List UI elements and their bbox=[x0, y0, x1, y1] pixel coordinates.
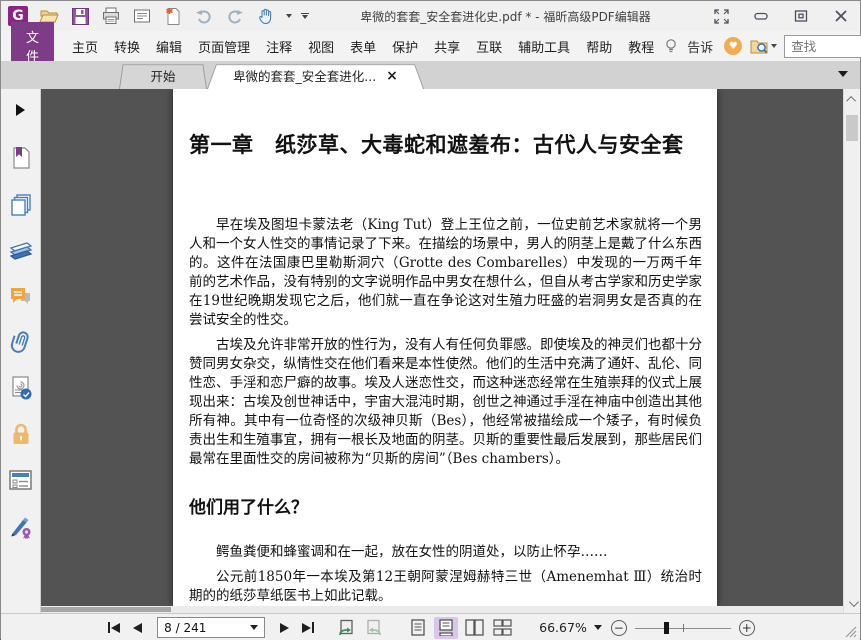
zoom-percentage[interactable]: 66.67% bbox=[539, 620, 587, 635]
paragraph: 公元前1850年一本埃及第12王朝阿蒙涅姆赫特三世（Amenemhat Ⅲ）统治… bbox=[189, 569, 702, 604]
menu-connect[interactable]: 互联 bbox=[468, 32, 510, 61]
menu-help[interactable]: 帮助 bbox=[578, 32, 620, 61]
tab-start-label: 开始 bbox=[150, 69, 176, 84]
document-canvas[interactable]: 第一章 纸莎草、大毒蛇和遮羞布：古代人与安全套 早在埃及图坦卡蒙法老（King … bbox=[41, 89, 843, 613]
restore-icon[interactable] bbox=[792, 7, 810, 25]
first-page-button[interactable] bbox=[106, 620, 122, 635]
zoom-out-button[interactable]: − bbox=[610, 619, 627, 636]
page-number-value: 8 / 241 bbox=[164, 620, 207, 635]
tab-document-label: 卑微的套套_安全套进化... bbox=[233, 69, 377, 84]
vertical-scrollbar[interactable] bbox=[843, 89, 860, 613]
pdf-page[interactable]: 第一章 纸莎草、大毒蛇和遮羞布：古代人与安全套 早在埃及图坦卡蒙法老（King … bbox=[173, 89, 717, 606]
main-area: 第一章 纸莎草、大毒蛇和遮羞布：古代人与安全套 早在埃及图坦卡蒙法老（King … bbox=[1, 89, 860, 613]
window-title: 卑微的套套_安全套进化史.pdf * - 福昕高级PDF编辑器 bbox=[360, 9, 651, 24]
minimize-icon[interactable] bbox=[752, 7, 770, 25]
menu-form[interactable]: 表单 bbox=[342, 32, 384, 61]
tab-close-icon[interactable]: × bbox=[386, 69, 398, 83]
find-search-box bbox=[784, 34, 861, 58]
paragraph: 早在埃及图坦卡蒙法老（King Tut）登上王位之前，一位史前艺术家就将一个男人… bbox=[189, 217, 702, 328]
horizontal-scrollbar[interactable] bbox=[41, 606, 843, 613]
previous-view-button[interactable] bbox=[337, 619, 356, 637]
zoom-slider[interactable] bbox=[634, 621, 731, 635]
tab-start[interactable]: 开始 bbox=[119, 62, 207, 89]
signatures-panel-icon[interactable] bbox=[8, 513, 34, 539]
menu-share[interactable]: 共享 bbox=[426, 32, 468, 61]
layers-panel-icon[interactable] bbox=[8, 237, 34, 263]
titlebar: G 卑微的套套_安全套进化史.pdf * - 福昕高级PDF编辑器 bbox=[1, 1, 860, 31]
menu-tutorial[interactable]: 教程 bbox=[620, 32, 662, 61]
scroll-up-icon[interactable] bbox=[844, 91, 860, 107]
continuous-layout-button[interactable] bbox=[434, 616, 459, 639]
find-input[interactable] bbox=[791, 38, 861, 54]
security-panel-icon[interactable] bbox=[8, 421, 34, 447]
page-thumbnails-panel-icon[interactable] bbox=[8, 191, 34, 217]
zoom-dropdown-icon[interactable] bbox=[593, 625, 602, 630]
menu-view[interactable]: 视图 bbox=[300, 32, 342, 61]
close-icon[interactable] bbox=[832, 7, 850, 25]
tell-me-label[interactable]: 告诉 bbox=[687, 37, 717, 56]
menu-edit[interactable]: 编辑 bbox=[148, 32, 190, 61]
folder-search-icon[interactable] bbox=[749, 37, 778, 56]
redo-icon[interactable] bbox=[224, 5, 246, 27]
horizontal-scrollbar-thumb[interactable] bbox=[41, 607, 171, 612]
tab-document[interactable]: 卑微的套套_安全套进化... × bbox=[207, 62, 424, 89]
menu-protect[interactable]: 保护 bbox=[384, 32, 426, 61]
previous-page-button[interactable] bbox=[131, 621, 144, 635]
next-page-button[interactable] bbox=[278, 621, 291, 635]
next-view-button[interactable] bbox=[364, 619, 383, 637]
continuous-facing-layout-button[interactable] bbox=[490, 617, 514, 639]
hand-tool-icon[interactable] bbox=[255, 5, 277, 27]
fullscreen-icon[interactable] bbox=[712, 7, 730, 25]
last-page-button[interactable] bbox=[300, 620, 316, 635]
document-tabbar: 开始 卑微的套套_安全套进化... × bbox=[1, 61, 860, 89]
window-resize-grip[interactable] bbox=[845, 626, 857, 638]
section-heading: 他们用了什么？ bbox=[189, 498, 308, 518]
menubar: 文件 主页 转换 编辑 页面管理 注释 视图 表单 保护 共享 互联 辅助工具 … bbox=[1, 22, 861, 70]
field-panel-icon[interactable] bbox=[8, 467, 34, 493]
pdf-page-content: 第一章 纸莎草、大毒蛇和遮羞布：古代人与安全套 早在埃及图坦卡蒙法老（King … bbox=[173, 89, 717, 606]
expand-panel-icon[interactable] bbox=[8, 97, 34, 123]
scroll-down-icon[interactable] bbox=[844, 595, 860, 611]
statusbar: 8 / 241 66.67% − + bbox=[1, 613, 860, 640]
page-combo-dropdown-icon[interactable] bbox=[250, 625, 259, 630]
menu-home[interactable]: 主页 bbox=[64, 32, 106, 61]
zoom-slider-handle[interactable] bbox=[663, 621, 669, 634]
menu-accessibility[interactable]: 辅助工具 bbox=[510, 32, 578, 61]
facing-layout-button[interactable] bbox=[462, 617, 486, 639]
bookmarks-panel-icon[interactable] bbox=[8, 145, 34, 171]
zoom-in-button[interactable]: + bbox=[738, 619, 755, 636]
paragraph: 鳄鱼粪便和蜂蜜调和在一起，放在女性的阴道处，以防止怀孕…… bbox=[216, 544, 608, 560]
chapter-title: 第一章 纸莎草、大毒蛇和遮羞布：古代人与安全套 bbox=[189, 132, 684, 157]
lightbulb-icon bbox=[662, 37, 680, 55]
menu-convert[interactable]: 转换 bbox=[106, 32, 148, 61]
customize-toolbar-icon[interactable] bbox=[301, 13, 309, 19]
menu-comment[interactable]: 注释 bbox=[258, 32, 300, 61]
paragraph: 古埃及允许非常开放的性行为，没有人有任何负罪感。即使埃及的神灵们也都十分赞同男女… bbox=[189, 337, 702, 467]
page-number-combo[interactable]: 8 / 241 bbox=[157, 617, 266, 638]
vertical-scrollbar-thumb[interactable] bbox=[846, 115, 858, 141]
window-controls bbox=[712, 7, 850, 25]
navigation-panel-bar bbox=[1, 89, 41, 613]
email-icon[interactable] bbox=[131, 5, 153, 27]
save-icon[interactable] bbox=[69, 5, 91, 27]
heart-icon[interactable]: ♥ bbox=[724, 37, 743, 55]
undo-icon[interactable] bbox=[193, 5, 215, 27]
menu-organize[interactable]: 页面管理 bbox=[190, 32, 258, 61]
digital-ids-panel-icon[interactable] bbox=[8, 375, 34, 401]
hand-tool-dropdown-icon[interactable] bbox=[286, 14, 292, 18]
tab-list-dropdown-icon[interactable] bbox=[838, 71, 848, 77]
single-page-layout-button[interactable] bbox=[406, 617, 430, 639]
attachments-panel-icon[interactable] bbox=[8, 329, 34, 355]
comments-panel-icon[interactable] bbox=[8, 283, 34, 309]
print-icon[interactable] bbox=[100, 5, 122, 27]
new-document-icon[interactable] bbox=[162, 5, 184, 27]
